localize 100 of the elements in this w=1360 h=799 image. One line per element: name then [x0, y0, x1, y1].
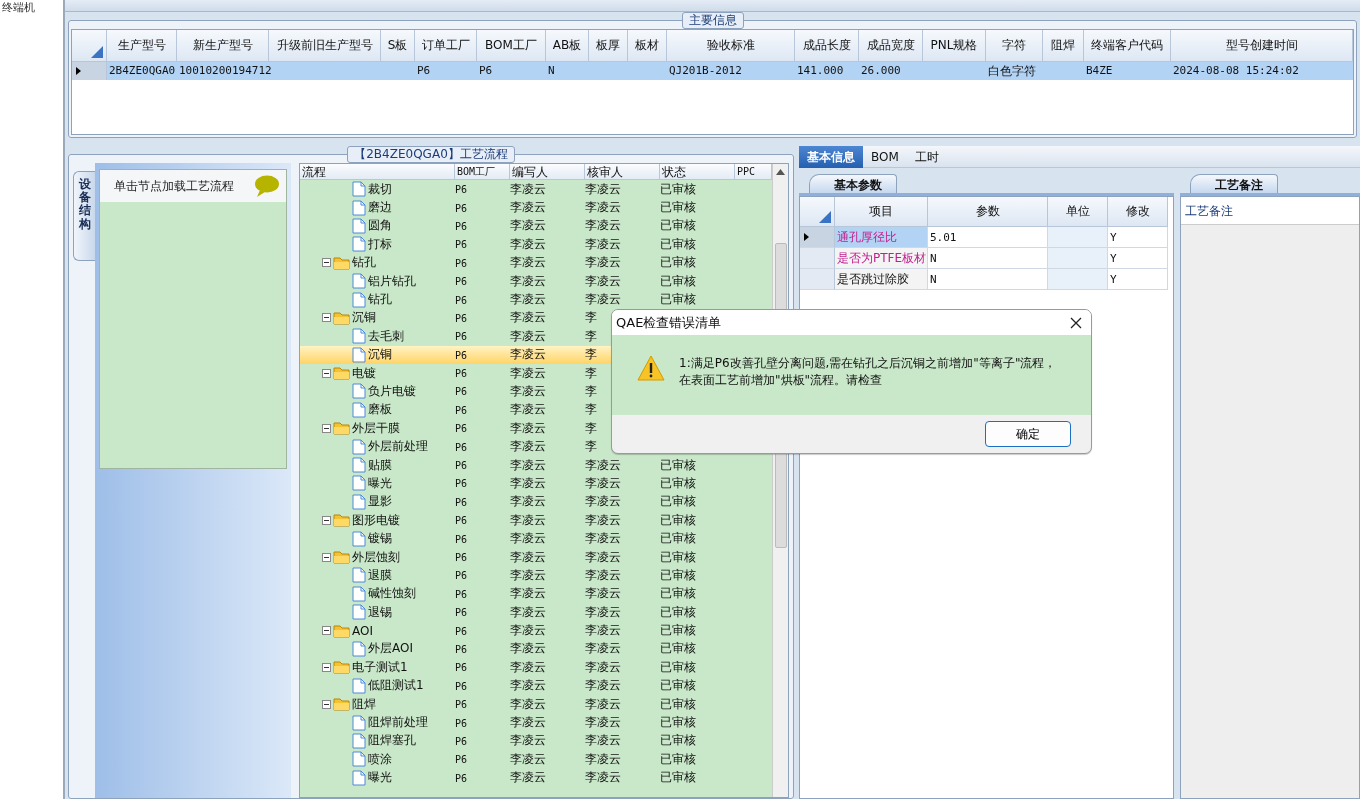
table-cell: P6	[455, 735, 468, 747]
table-cell: B4ZE	[1086, 64, 1113, 77]
tree-label: 低阻测试1	[368, 677, 424, 695]
table-cell: 李凌云	[510, 659, 546, 674]
table-cell: 已审核	[660, 531, 696, 546]
table-cell: 已审核	[660, 494, 696, 509]
table-cell: 李凌云	[585, 218, 621, 233]
table-cell: 李凌云	[585, 715, 621, 729]
table-cell: 5.01	[928, 227, 1048, 248]
tree-label: 裁切	[368, 180, 392, 198]
table-cell: 李凌云	[585, 586, 621, 601]
table-cell: 李凌云	[585, 494, 621, 509]
table-cell: P6	[455, 662, 468, 674]
table-cell: 已审核	[660, 586, 696, 601]
tree-label: 去毛刺	[368, 327, 404, 345]
tree-label: 曝光	[368, 769, 392, 787]
table-cell: 李凌云	[510, 531, 546, 546]
table-cell: P6	[455, 202, 468, 214]
table-cell: 是否跳过除胶	[835, 269, 928, 290]
table-cell: 李凌云	[585, 567, 621, 582]
table-cell: 李	[585, 420, 597, 435]
table-cell: 26.000	[861, 64, 901, 77]
table-cell: 2B4ZE0QGA0	[109, 64, 176, 77]
table-cell: 李凌云	[510, 420, 546, 435]
tree-label: 外层AOI	[368, 640, 413, 658]
dialog-title: QAE检查错误清单	[616, 313, 722, 332]
tree-label: AOI	[352, 623, 373, 638]
table-cell: 已审核	[660, 659, 696, 674]
tree-label: 电镀	[352, 364, 376, 382]
table-cell: 通孔厚径比	[835, 227, 928, 248]
tree-label: 退锡	[368, 603, 392, 621]
table-cell: 李凌云	[510, 439, 546, 454]
table-cell: 已审核	[660, 733, 696, 748]
table-cell: 141.000	[797, 64, 844, 77]
table-cell: 是否为PTFE板材	[835, 248, 928, 269]
tree-label: 钻孔	[368, 291, 392, 309]
table-cell: 已审核	[660, 292, 696, 307]
table-cell: P6	[455, 588, 468, 600]
table-cell: 李凌云	[585, 696, 621, 711]
table-cell: 已审核	[660, 567, 696, 582]
tree-label: 阻焊塞孔	[368, 732, 416, 750]
tree-label: 碱性蚀刻	[368, 585, 416, 603]
table-cell: P6	[455, 643, 468, 655]
group-title: 主要信息	[681, 12, 744, 29]
table-cell: P6	[455, 386, 468, 398]
table-cell: 李凌云	[585, 751, 621, 766]
table-cell: N	[928, 269, 1048, 290]
table-cell: P6	[455, 515, 468, 527]
table-cell: 李凌云	[510, 236, 546, 251]
table-cell: 李凌云	[585, 623, 621, 638]
table-cell: 已审核	[660, 696, 696, 711]
table-cell: 李凌云	[510, 549, 546, 564]
table-cell: 李凌云	[585, 531, 621, 546]
table-cell: P6	[455, 368, 468, 380]
table-cell: 已审核	[660, 236, 696, 251]
table-cell: 李凌云	[585, 200, 621, 215]
table-cell: 2024-08-08 15:24:02	[1173, 64, 1299, 77]
tree-label: 阻焊前处理	[368, 714, 428, 731]
table-cell: 已审核	[660, 181, 696, 196]
hint-text: 单击节点加载工艺流程	[114, 177, 234, 195]
table-cell: 李凌云	[510, 218, 546, 233]
table-cell: P6	[455, 478, 468, 490]
table-cell: 李凌云	[510, 696, 546, 711]
table-cell: 李凌云	[510, 384, 546, 398]
table-cell: 已审核	[660, 751, 696, 766]
tree-label: 电子测试1	[352, 658, 408, 676]
table-cell: 已审核	[660, 255, 696, 270]
table-cell: P6	[455, 349, 468, 361]
table-cell: P6	[455, 496, 468, 508]
table-cell: N	[928, 248, 1048, 269]
tree-label: 圆角	[368, 217, 392, 235]
table-cell: 李凌云	[510, 512, 546, 527]
table-cell: 李凌云	[585, 659, 621, 674]
table-cell: P6	[455, 423, 468, 435]
tree-label: 镀锡	[368, 530, 392, 548]
tree-label: 沉铜	[352, 309, 376, 327]
table-cell: 李凌云	[585, 475, 621, 490]
table-cell: 已审核	[660, 273, 696, 288]
table-cell: 李凌云	[510, 273, 546, 288]
table-cell: P6	[455, 625, 468, 637]
table-cell: QJ201B-2012	[669, 64, 742, 77]
table-cell: 李凌云	[585, 236, 621, 251]
table-cell: P6	[455, 257, 468, 269]
table-cell: 已审核	[660, 512, 696, 527]
table-cell: 李凌云	[510, 623, 546, 638]
table-cell: 已审核	[660, 770, 696, 785]
table-cell: 李凌云	[510, 365, 546, 380]
table-cell: 李凌云	[510, 567, 546, 582]
table-cell: 已审核	[660, 623, 696, 638]
table-cell: 已审核	[660, 715, 696, 729]
table-cell: P6	[455, 276, 468, 288]
table-cell: 李	[585, 402, 597, 417]
table-cell: 李凌云	[510, 457, 546, 472]
table-cell: 李凌云	[585, 604, 621, 619]
table-cell: 李凌云	[510, 641, 546, 656]
tree-label: 喷涂	[368, 750, 392, 768]
table-cell: 李凌云	[510, 604, 546, 619]
table-cell: P6	[455, 533, 468, 545]
table-cell: 李凌云	[585, 292, 621, 307]
table-cell: 已审核	[660, 200, 696, 215]
